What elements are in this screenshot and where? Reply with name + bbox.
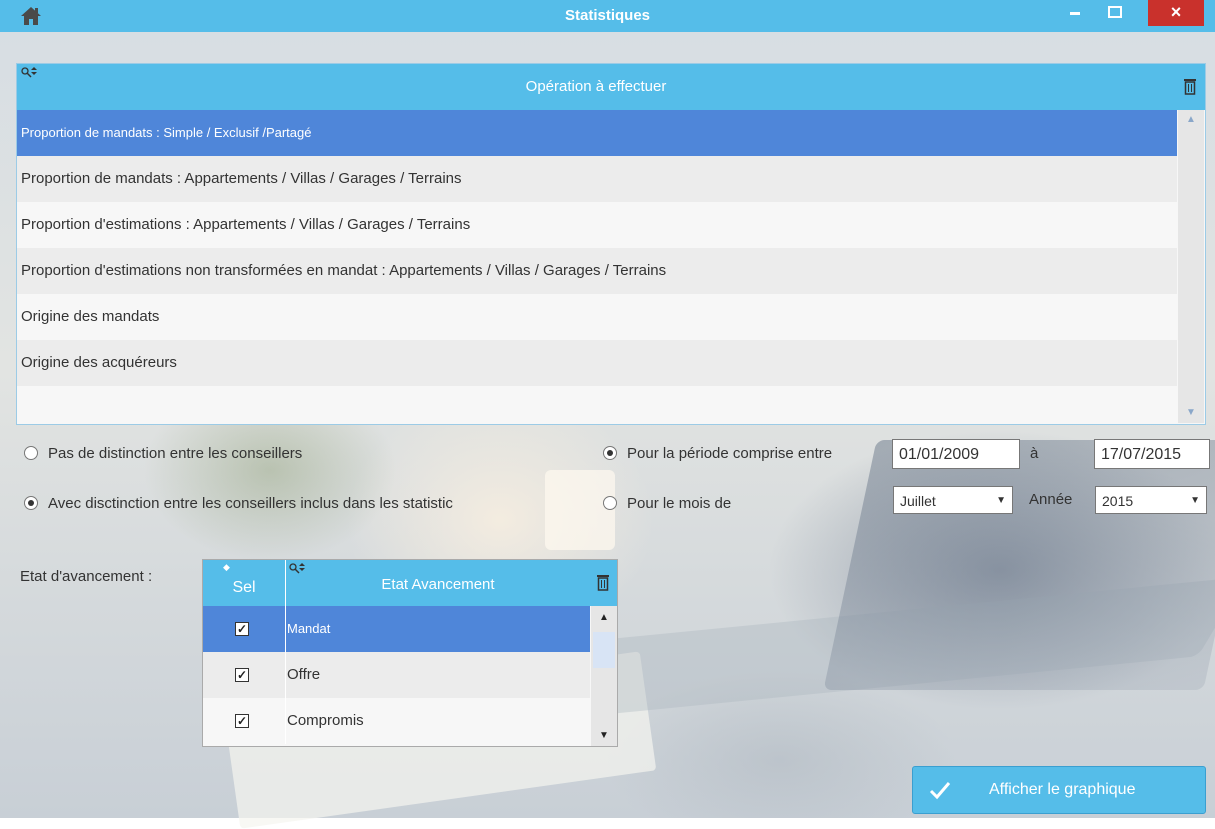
date-from-field[interactable]: 01/01/2009: [892, 439, 1020, 469]
chevron-down-icon: ▼: [996, 495, 1006, 506]
no-distinction-label: Pas de distinction entre les conseillers: [48, 445, 303, 462]
operation-row[interactable]: Proportion de mandats : Simple / Exclusi…: [17, 110, 1177, 156]
checkbox-checked-icon[interactable]: ✓: [235, 714, 249, 728]
trash-icon[interactable]: [1183, 77, 1197, 95]
operation-row[interactable]: Proportion d'estimations non transformée…: [17, 248, 1177, 294]
scroll-up-icon[interactable]: ▲: [1178, 110, 1204, 130]
trash-icon[interactable]: [596, 573, 610, 591]
year-label: Année: [1029, 491, 1073, 508]
show-graph-button[interactable]: Afficher le graphique: [912, 766, 1206, 814]
etat-avancement-table: Sel ◆ Etat Avancement ✓ Mandat ✓ Offre ✓…: [202, 559, 618, 747]
etat-row-label: Mandat: [287, 621, 331, 636]
chevron-down-icon: ▼: [1190, 495, 1200, 506]
operations-header-label: Opération à effectuer: [525, 78, 667, 95]
operation-row[interactable]: Proportion de mandats : Appartements / V…: [17, 156, 1177, 202]
title-bar: Statistiques ×: [0, 0, 1215, 32]
close-icon[interactable]: ×: [1148, 0, 1204, 26]
home-icon[interactable]: [20, 6, 42, 26]
checkbox-checked-icon[interactable]: ✓: [235, 622, 249, 636]
background-laptop: [823, 440, 1215, 690]
no-distinction-radio[interactable]: Pas de distinction entre les conseillers: [24, 444, 302, 464]
column-etat-avancement[interactable]: Etat Avancement: [286, 560, 590, 606]
column-sel[interactable]: Sel: [203, 560, 286, 606]
maximize-icon[interactable]: [1095, 0, 1135, 26]
etat-header: Sel ◆ Etat Avancement: [203, 560, 617, 606]
etat-row[interactable]: ✓ Offre: [203, 652, 590, 698]
year-select[interactable]: 2015 ▼: [1095, 486, 1207, 514]
minimize-icon[interactable]: [1055, 0, 1095, 26]
radio-icon[interactable]: [24, 496, 38, 510]
etat-row[interactable]: ✓ Compromis: [203, 698, 590, 744]
etat-row-label: Offre: [287, 666, 321, 683]
etat-scrollbar[interactable]: ▲ ▼: [591, 606, 617, 746]
operations-rows: Proportion de mandats : Simple / Exclusi…: [17, 110, 1177, 386]
date-to-field[interactable]: 17/07/2015: [1094, 439, 1210, 469]
radio-icon[interactable]: [24, 446, 38, 460]
scroll-down-icon[interactable]: ▼: [1178, 403, 1204, 423]
with-distinction-label: Avec disctinction entre les conseillers …: [48, 495, 453, 512]
sel-cell[interactable]: ✓: [203, 652, 286, 698]
operation-row[interactable]: Origine des mandats: [17, 294, 1177, 340]
month-select[interactable]: Juillet ▼: [893, 486, 1013, 514]
operations-table: Opération à effectuer Proportion de mand…: [16, 63, 1206, 425]
scroll-up-icon[interactable]: ▲: [591, 608, 617, 628]
checkbox-checked-icon[interactable]: ✓: [235, 668, 249, 682]
etat-label: Etat d'avancement :: [20, 568, 153, 585]
month-select-value: Juillet: [900, 493, 936, 509]
radio-icon[interactable]: [603, 446, 617, 460]
period-range-label: Pour la période comprise entre: [627, 445, 833, 462]
operations-scrollbar[interactable]: ▲ ▼: [1178, 110, 1204, 423]
radio-icon[interactable]: [603, 496, 617, 510]
operation-row[interactable]: Origine des acquéreurs: [17, 340, 1177, 386]
sort-icon[interactable]: ◆: [223, 562, 230, 573]
date-separator: à: [1030, 445, 1039, 462]
year-select-value: 2015: [1102, 493, 1134, 509]
with-distinction-radio[interactable]: Avec disctinction entre les conseillers …: [24, 494, 453, 514]
sel-cell[interactable]: ✓: [203, 698, 286, 744]
operation-row[interactable]: Proportion d'estimations : Appartements …: [17, 202, 1177, 248]
operations-header: Opération à effectuer: [17, 64, 1205, 110]
period-range-radio[interactable]: Pour la période comprise entre: [603, 444, 832, 464]
month-label: Pour le mois de: [627, 495, 732, 512]
window-title: Statistiques: [564, 7, 651, 24]
etat-row-label: Compromis: [287, 712, 364, 729]
scroll-thumb[interactable]: [593, 632, 615, 668]
sel-cell[interactable]: ✓: [203, 606, 286, 652]
check-icon: [929, 782, 951, 800]
etat-row[interactable]: ✓ Mandat: [203, 606, 590, 652]
month-radio[interactable]: Pour le mois de: [603, 494, 731, 514]
show-graph-label: Afficher le graphique: [989, 781, 1136, 798]
scroll-down-icon[interactable]: ▼: [591, 726, 617, 746]
